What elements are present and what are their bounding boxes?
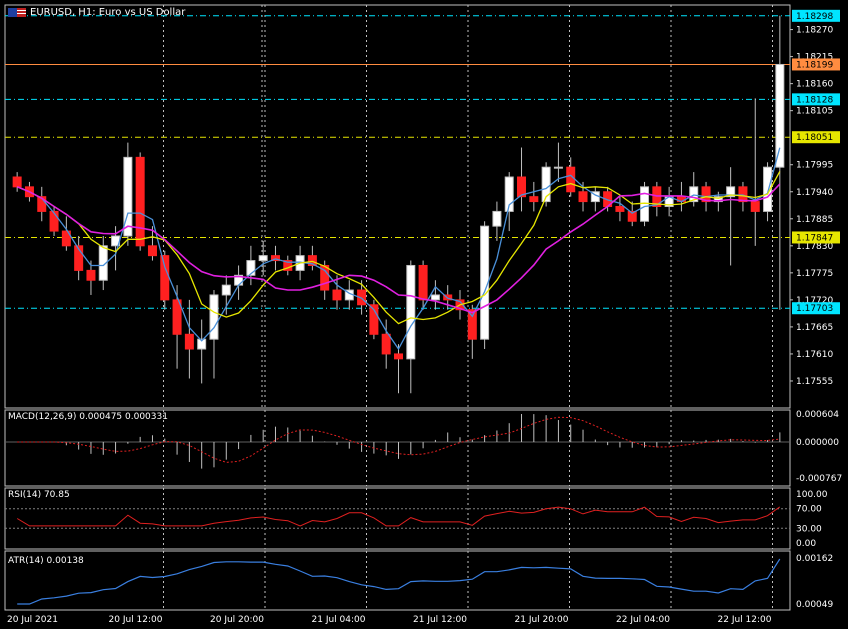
candle-body	[209, 294, 219, 340]
candle-body	[406, 264, 416, 360]
candle-body	[418, 264, 428, 301]
price-tag-text: 1.17847	[796, 233, 833, 243]
candle-body	[640, 186, 650, 222]
macd-axis-label: -0.000767	[796, 474, 842, 484]
candle-body	[430, 294, 440, 301]
candle-body	[147, 245, 157, 257]
candle-body	[12, 176, 22, 188]
rsi-axis-label: 30.00	[796, 524, 822, 534]
candle-body	[332, 289, 342, 301]
candle-body	[160, 255, 170, 301]
price-tag-text: 1.18128	[796, 95, 833, 105]
candle-body	[615, 206, 625, 212]
flag-icon	[8, 8, 26, 17]
price-axis-label: 1.17555	[796, 377, 833, 387]
candle-body	[578, 191, 588, 203]
price-axis-label: 1.17610	[796, 350, 833, 360]
price-axis-label: 1.17885	[796, 215, 833, 225]
atr-axis-label: 0.00049	[796, 600, 833, 610]
time-axis-label: 21 Jul 04:00	[312, 615, 366, 625]
candle-body	[221, 284, 231, 296]
candle-body	[529, 196, 539, 203]
rsi-axis-label: 70.00	[796, 505, 822, 515]
time-axis-label: 20 Jul 2021	[7, 615, 58, 625]
candle-body	[49, 210, 59, 232]
time-axis-label: 22 Jul 04:00	[616, 615, 670, 625]
time-axis-label: 21 Jul 20:00	[515, 615, 569, 625]
price-axis-label: 1.18105	[796, 107, 833, 117]
price-tag-text: 1.17703	[796, 304, 833, 314]
price-tag-text: 1.18199	[796, 60, 833, 70]
price-axis-label: 1.17665	[796, 323, 833, 333]
time-axis-label: 20 Jul 12:00	[109, 615, 163, 625]
price-axis-label: 1.17775	[796, 269, 833, 279]
chart-title: EURUSD, H1: Euro vs US Dollar	[30, 7, 186, 18]
candle-body	[738, 186, 748, 203]
candle-body	[258, 255, 268, 262]
candle-body	[775, 63, 785, 168]
candle-body	[467, 309, 477, 340]
candle-body	[566, 166, 576, 193]
macd-axis-label: 0.000000	[796, 438, 839, 448]
atr-line	[17, 558, 781, 605]
price-axis-label: 1.17995	[796, 161, 833, 171]
candle-body	[184, 333, 194, 350]
candle-body	[381, 333, 391, 355]
candle-body	[750, 201, 760, 212]
time-axis-label: 21 Jul 12:00	[413, 615, 467, 625]
time-axis-label: 20 Jul 20:00	[210, 615, 264, 625]
price-axis-label: 1.18160	[796, 80, 833, 90]
time-axis-label: 22 Jul 12:00	[718, 615, 772, 625]
atr-pane	[4, 550, 791, 611]
candle-body	[86, 269, 96, 281]
price-axis-label: 1.18270	[796, 26, 833, 36]
chart-canvas[interactable]: 1.182701.182151.181601.181051.179951.179…	[0, 0, 848, 629]
price-tag-text: 1.18051	[796, 133, 833, 143]
atr-axis-label: 0.00162	[796, 554, 833, 564]
rsi-label: RSI(14) 70.85	[8, 490, 70, 500]
candle-body	[135, 156, 145, 247]
macd-axis-label: 0.000604	[796, 410, 839, 420]
price-tag-text: 1.18298	[796, 12, 833, 22]
candle-body	[553, 166, 563, 169]
candle-body	[492, 210, 502, 227]
rsi-axis-label: 0.00	[796, 539, 816, 549]
candle-body	[394, 353, 403, 360]
rsi-axis-label: 100.00	[796, 490, 828, 500]
atr-label: ATR(14) 0.00138	[8, 556, 84, 566]
rsi-line	[16, 506, 781, 527]
price-axis-label: 1.17940	[796, 188, 833, 198]
macd-label: MACD(12,26,9) 0.000475 0.000331	[8, 412, 168, 422]
